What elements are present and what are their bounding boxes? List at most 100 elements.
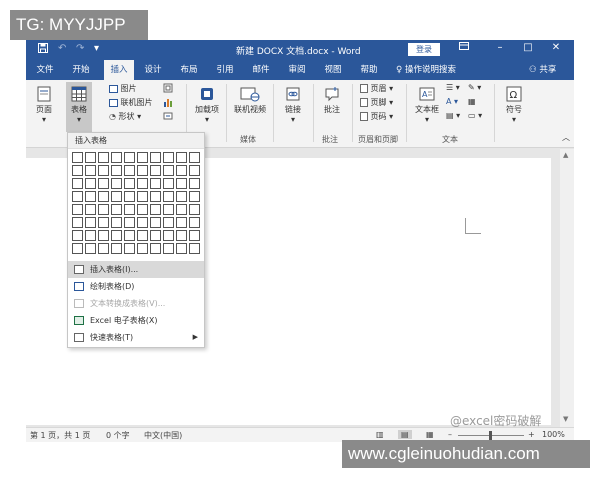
- table-button[interactable]: 表格 ▾: [66, 86, 92, 124]
- tab-help[interactable]: 帮助: [354, 60, 384, 80]
- table-grid-cell[interactable]: [189, 230, 200, 241]
- table-grid-cell[interactable]: [72, 243, 83, 254]
- table-grid-cell[interactable]: [176, 191, 187, 202]
- table-grid-cell[interactable]: [98, 165, 109, 176]
- table-grid-cell[interactable]: [189, 152, 200, 163]
- table-grid-cell[interactable]: [72, 204, 83, 215]
- table-grid-cell[interactable]: [176, 230, 187, 241]
- table-grid-cell[interactable]: [137, 178, 148, 189]
- icons-icon[interactable]: [163, 83, 173, 95]
- tab-review[interactable]: 审阅: [282, 60, 312, 80]
- table-grid-cell[interactable]: [163, 165, 174, 176]
- table-grid-cell[interactable]: [189, 165, 200, 176]
- addins-button[interactable]: 加载项 ▾: [193, 86, 221, 124]
- draw-table-menu-item[interactable]: 绘制表格(D): [68, 278, 204, 295]
- table-grid-cell[interactable]: [150, 191, 161, 202]
- table-grid-cell[interactable]: [98, 204, 109, 215]
- table-grid-cell[interactable]: [163, 178, 174, 189]
- table-grid-cell[interactable]: [124, 243, 135, 254]
- table-grid-cell[interactable]: [137, 191, 148, 202]
- table-grid-cell[interactable]: [98, 217, 109, 228]
- table-grid-cell[interactable]: [150, 204, 161, 215]
- table-grid-cell[interactable]: [150, 165, 161, 176]
- table-grid-cell[interactable]: [124, 191, 135, 202]
- table-grid-cell[interactable]: [111, 230, 122, 241]
- read-mode-icon[interactable]: ▥: [376, 430, 384, 439]
- table-grid-cell[interactable]: [163, 152, 174, 163]
- footer-button[interactable]: 页脚 ▾: [360, 97, 393, 108]
- table-grid-cell[interactable]: [163, 217, 174, 228]
- table-grid-cell[interactable]: [98, 243, 109, 254]
- tab-view[interactable]: 视图: [318, 60, 348, 80]
- login-button[interactable]: 登录: [408, 43, 440, 56]
- wordart-icon[interactable]: A ▾: [446, 97, 458, 106]
- undo-icon[interactable]: ↶: [58, 43, 66, 54]
- table-grid-cell[interactable]: [98, 152, 109, 163]
- table-grid-cell[interactable]: [111, 165, 122, 176]
- share-button[interactable]: ⚇ 共享: [529, 60, 556, 80]
- picture-button[interactable]: 图片: [109, 83, 137, 94]
- table-grid-cell[interactable]: [137, 217, 148, 228]
- date-time-icon[interactable]: ▦: [468, 97, 476, 106]
- table-grid-cell[interactable]: [72, 191, 83, 202]
- online-picture-button[interactable]: 联机图片: [109, 97, 153, 108]
- page-number-button[interactable]: 页码 ▾: [360, 111, 393, 122]
- table-grid-cell[interactable]: [124, 165, 135, 176]
- header-button[interactable]: 页眉 ▾: [360, 83, 393, 94]
- zoom-level[interactable]: 100%: [542, 430, 565, 439]
- table-grid-cell[interactable]: [189, 217, 200, 228]
- table-grid-cell[interactable]: [124, 204, 135, 215]
- table-grid-cell[interactable]: [72, 230, 83, 241]
- table-grid-cell[interactable]: [163, 243, 174, 254]
- table-grid-cell[interactable]: [111, 178, 122, 189]
- print-layout-icon[interactable]: ▤: [398, 430, 412, 439]
- table-grid-cell[interactable]: [85, 152, 96, 163]
- comment-button[interactable]: 批注: [318, 86, 346, 115]
- link-button[interactable]: 链接 ▾: [279, 86, 307, 124]
- collapse-ribbon-icon[interactable]: ︿: [562, 132, 570, 143]
- tab-mailings[interactable]: 邮件: [246, 60, 276, 80]
- table-grid-cell[interactable]: [85, 178, 96, 189]
- table-grid-cell[interactable]: [150, 178, 161, 189]
- chart-icon[interactable]: [163, 97, 173, 109]
- table-grid-cell[interactable]: [137, 204, 148, 215]
- tab-home[interactable]: 开始: [66, 60, 96, 80]
- table-grid-cell[interactable]: [85, 165, 96, 176]
- table-grid-cell[interactable]: [72, 217, 83, 228]
- table-grid-cell[interactable]: [85, 243, 96, 254]
- table-grid-cell[interactable]: [189, 204, 200, 215]
- table-grid-cell[interactable]: [85, 191, 96, 202]
- table-grid-cell[interactable]: [150, 152, 161, 163]
- tab-design[interactable]: 设计: [138, 60, 168, 80]
- table-grid-cell[interactable]: [176, 152, 187, 163]
- table-grid-cell[interactable]: [163, 230, 174, 241]
- tab-insert[interactable]: 插入: [104, 60, 134, 80]
- textbox-button[interactable]: A 文本框 ▾: [411, 86, 443, 124]
- tab-references[interactable]: 引用: [210, 60, 240, 80]
- table-size-grid[interactable]: [72, 152, 202, 256]
- excel-spreadsheet-menu-item[interactable]: Excel 电子表格(X): [68, 312, 204, 329]
- ribbon-display-options-icon[interactable]: [456, 42, 472, 53]
- table-grid-cell[interactable]: [111, 152, 122, 163]
- table-grid-cell[interactable]: [189, 243, 200, 254]
- table-grid-cell[interactable]: [176, 178, 187, 189]
- word-count[interactable]: 0 个字: [106, 430, 130, 441]
- object-icon[interactable]: ▭ ▾: [468, 111, 482, 120]
- table-grid-cell[interactable]: [124, 217, 135, 228]
- table-grid-cell[interactable]: [72, 178, 83, 189]
- table-grid-cell[interactable]: [137, 243, 148, 254]
- screenshot-icon[interactable]: [163, 111, 173, 123]
- tell-me-search[interactable]: ♀ 操作说明搜索: [396, 60, 456, 80]
- table-grid-cell[interactable]: [176, 217, 187, 228]
- language-status[interactable]: 中文(中国): [144, 430, 182, 441]
- table-grid-cell[interactable]: [150, 230, 161, 241]
- page-count[interactable]: 第 1 页，共 1 页: [30, 430, 90, 441]
- table-grid-cell[interactable]: [124, 152, 135, 163]
- table-grid-cell[interactable]: [111, 191, 122, 202]
- table-grid-cell[interactable]: [176, 204, 187, 215]
- zoom-out-icon[interactable]: –: [448, 430, 452, 439]
- table-grid-cell[interactable]: [176, 165, 187, 176]
- online-video-button[interactable]: 联机视频: [231, 86, 269, 115]
- table-grid-cell[interactable]: [72, 152, 83, 163]
- quick-parts-icon[interactable]: ☰ ▾: [446, 83, 460, 92]
